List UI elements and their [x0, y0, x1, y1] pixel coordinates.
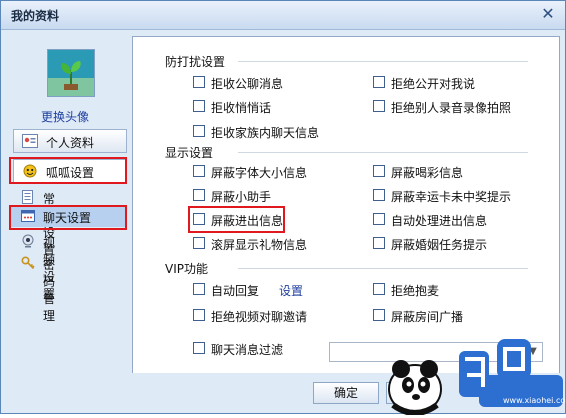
checkbox-label: 拒绝别人录音录像拍照 — [391, 101, 512, 115]
checkbox-label: 屏蔽幸运卡未中奖提示 — [391, 190, 512, 204]
checkbox-box[interactable] — [193, 237, 205, 249]
plant-avatar-icon — [48, 50, 94, 96]
checkbox-box[interactable] — [373, 100, 385, 112]
checkbox-label: 拒收公聊消息 — [211, 77, 284, 91]
settings-panel: 防打扰设置 拒收公聊消息 拒绝公开对我说 拒收悄悄话 拒绝别人录音录像拍照 拒收… — [132, 36, 560, 374]
checkbox-label: 拒绝视频对聊邀请 — [211, 310, 308, 324]
change-avatar-link[interactable]: 更换头像 — [41, 108, 89, 125]
sidebar-sub-label: 密码管理 — [43, 258, 56, 323]
checkbox-box[interactable] — [373, 283, 385, 295]
sidebar-item-label: 个人资料 — [46, 136, 95, 150]
ok-button[interactable]: 确定 — [313, 382, 379, 404]
checkbox-box[interactable] — [193, 125, 205, 137]
highlight-guagua-settings — [9, 157, 127, 184]
checkbox-label: 聊天消息过滤 — [211, 343, 284, 357]
highlight-block-enter-exit — [188, 206, 285, 233]
checkbox-label: 屏蔽小助手 — [211, 190, 272, 204]
auto-reply-settings-link[interactable]: 设置 — [279, 282, 303, 299]
checkbox-box[interactable] — [373, 165, 385, 177]
checkbox-box[interactable] — [193, 76, 205, 88]
checkbox-box[interactable] — [193, 342, 205, 354]
highlight-chat-settings — [9, 205, 127, 230]
checkbox-label: 屏蔽喝彩信息 — [391, 166, 464, 180]
checkbox-label: 拒收家族内聊天信息 — [211, 126, 320, 140]
checkbox-label: 拒绝抱麦 — [391, 284, 440, 298]
checkbox-box[interactable] — [373, 309, 385, 321]
doc-icon — [22, 190, 33, 204]
section-divider — [238, 152, 528, 153]
avatar[interactable] — [47, 49, 95, 97]
checkbox-label: 屏蔽婚姻任务提示 — [391, 238, 488, 252]
id-card-icon — [22, 134, 38, 148]
checkbox-label: 自动回复 — [211, 284, 260, 298]
sidebar: 更换头像 个人资料 呱呱设置 常规设置 聊天设置 视频设置 密码管理 — [7, 37, 132, 371]
checkbox-label: 屏蔽字体大小信息 — [211, 166, 308, 180]
section-title-vip: VIP功能 — [165, 262, 208, 276]
section-divider — [238, 268, 528, 269]
checkbox-box[interactable] — [193, 165, 205, 177]
checkbox-box[interactable] — [373, 189, 385, 201]
watermark-url: www.xiaohei.com — [503, 396, 566, 405]
section-divider — [238, 61, 528, 62]
checkbox-box[interactable] — [373, 237, 385, 249]
checkbox-label: 拒收悄悄话 — [211, 101, 272, 115]
checkbox-box[interactable] — [193, 283, 205, 295]
close-icon[interactable]: ✕ — [539, 5, 557, 23]
checkbox-label: 滚屏显示礼物信息 — [211, 238, 308, 252]
section-title-disturb: 防打扰设置 — [165, 55, 226, 69]
webcam-icon — [22, 234, 34, 248]
checkbox-label: 拒绝公开对我说 — [391, 77, 476, 91]
checkbox-box[interactable] — [373, 213, 385, 225]
checkbox-box[interactable] — [193, 189, 205, 201]
checkbox-box[interactable] — [193, 309, 205, 321]
checkbox-box[interactable] — [373, 76, 385, 88]
key-icon — [21, 256, 35, 270]
my-profile-dialog: 我的资料 ✕ 更换头像 个人资料 呱呱设置 常规设置 — [0, 0, 566, 416]
window-title: 我的资料 — [11, 9, 60, 23]
checkbox-box[interactable] — [193, 100, 205, 112]
checkbox-label: 屏蔽房间广播 — [391, 310, 464, 324]
title-bar: 我的资料 ✕ — [1, 1, 565, 30]
watermark-logo: www.xiaohei.com — [375, 331, 566, 416]
checkbox-label: 自动处理进出信息 — [391, 214, 488, 228]
section-title-display: 显示设置 — [165, 146, 214, 160]
sidebar-item-profile[interactable]: 个人资料 — [13, 129, 127, 153]
